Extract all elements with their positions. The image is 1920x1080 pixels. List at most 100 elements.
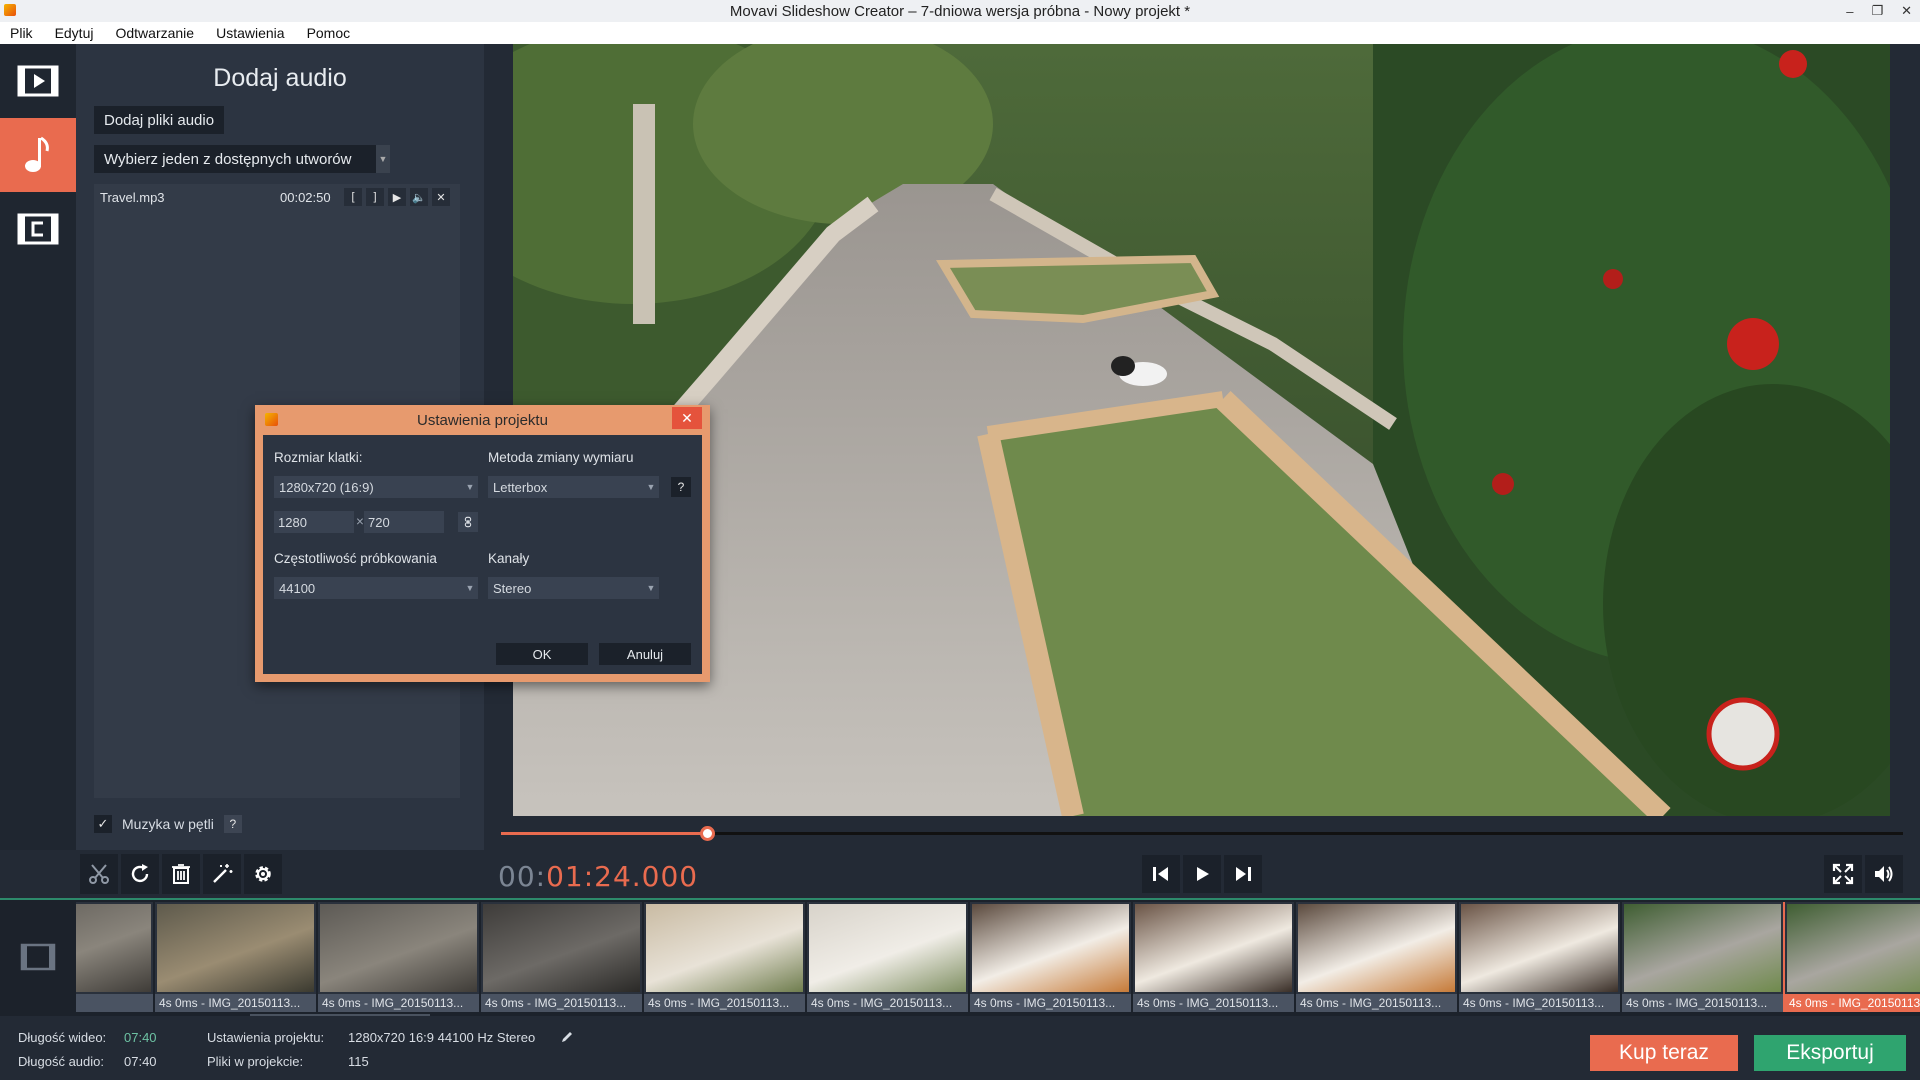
- app-logo-icon: [4, 4, 16, 16]
- channels-select[interactable]: Stereo ▼: [488, 577, 659, 599]
- frame-size-label: Rozmiar klatki:: [274, 450, 363, 465]
- mark-in-button[interactable]: [: [344, 188, 362, 206]
- next-button[interactable]: [1224, 855, 1262, 893]
- clip-thumbnail: [483, 904, 640, 992]
- video-preview: [513, 44, 1890, 816]
- rotate-icon: [131, 864, 149, 883]
- clip-strip: 3...4s 0ms - IMG_20150113...4s 0ms - IMG…: [76, 902, 1920, 1012]
- video-length-value: 07:40: [124, 1030, 157, 1045]
- timeline-clip[interactable]: 4s 0ms - IMG_20150113...: [481, 902, 642, 1012]
- chevron-down-icon: ▼: [646, 583, 656, 593]
- rail-media-button[interactable]: [0, 44, 76, 118]
- loop-music-checkbox[interactable]: ✓: [94, 815, 112, 833]
- play-button[interactable]: [1183, 855, 1221, 893]
- playback-scrubber[interactable]: [501, 826, 1903, 841]
- resize-method-value: Letterbox: [493, 479, 548, 495]
- scrubber-handle[interactable]: [700, 826, 716, 841]
- close-window-button[interactable]: ✕: [1901, 3, 1912, 19]
- edit-toolbar: [0, 850, 1920, 898]
- mute-track-button[interactable]: 🔈: [410, 188, 428, 206]
- frame-height-field[interactable]: 720: [364, 511, 444, 533]
- timeline-clip[interactable]: 4s 0ms - IMG_20150113...: [807, 902, 968, 1012]
- skip-forward-icon: [1236, 867, 1251, 881]
- clip-thumbnail: [157, 904, 314, 992]
- choose-track-dropdown[interactable]: Wybierz jeden z dostępnych utworów ▼: [94, 145, 390, 173]
- menu-edit[interactable]: Edytuj: [55, 25, 106, 41]
- ok-button[interactable]: OK: [496, 643, 588, 665]
- timecode-display: 00:01:24.000: [498, 860, 698, 893]
- scissors-icon: [89, 864, 109, 884]
- track-duration: 00:02:50: [280, 190, 331, 205]
- list-item[interactable]: Travel.mp3 00:02:50 [ ] ▶ 🔈 ✕: [94, 184, 460, 210]
- clip-thumbnail: [1787, 904, 1920, 992]
- project-settings-dialog: Ustawienia projektu ✕ Rozmiar klatki: 12…: [255, 405, 710, 682]
- delete-button[interactable]: [162, 854, 200, 894]
- rotate-button[interactable]: [121, 854, 159, 894]
- timeline-clip[interactable]: 3...: [76, 902, 153, 1012]
- timeline-clip[interactable]: 4s 0ms - IMG_20150113...: [1783, 902, 1920, 1012]
- menu-file[interactable]: Plik: [10, 25, 45, 41]
- timeline-clip[interactable]: 4s 0ms - IMG_20150113...: [155, 902, 316, 1012]
- channels-value: Stereo: [493, 580, 532, 596]
- loop-music-row: ✓ Muzyka w pętli ?: [94, 814, 242, 834]
- timeline-clip[interactable]: 4s 0ms - IMG_20150113...: [1459, 902, 1620, 1012]
- remove-track-button[interactable]: ✕: [432, 188, 450, 206]
- timeline-clip[interactable]: 4s 0ms - IMG_20150113...: [1296, 902, 1457, 1012]
- dialog-close-button[interactable]: ✕: [672, 407, 702, 429]
- clip-thumbnail: [1298, 904, 1455, 992]
- fullscreen-button[interactable]: [1824, 855, 1862, 893]
- resize-method-select[interactable]: Letterbox ▼: [488, 476, 659, 498]
- rail-titles-button[interactable]: [0, 192, 76, 266]
- project-settings-value: 1280x720 16:9 44100 Hz Stereo: [348, 1030, 536, 1045]
- clip-thumbnail: [646, 904, 803, 992]
- chain-link-icon: [464, 516, 472, 528]
- play-icon: [1197, 867, 1209, 881]
- export-button[interactable]: Eksportuj: [1754, 1035, 1906, 1071]
- frame-size-value: 1280x720 (16:9): [279, 479, 374, 495]
- menu-settings[interactable]: Ustawienia: [216, 25, 296, 41]
- volume-button[interactable]: [1865, 855, 1903, 893]
- channels-label: Kanały: [488, 551, 530, 566]
- timeline-clip[interactable]: 4s 0ms - IMG_20150113...: [970, 902, 1131, 1012]
- settings-button[interactable]: [244, 854, 282, 894]
- clip-label: 4s 0ms - IMG_20150113...: [1133, 994, 1294, 1012]
- minimize-button[interactable]: –: [1846, 4, 1853, 19]
- clip-label: 4s 0ms - IMG_20150113...: [644, 994, 805, 1012]
- mode-rail: [0, 44, 76, 894]
- mark-out-button[interactable]: ]: [366, 188, 384, 206]
- magic-enhance-button[interactable]: [203, 854, 241, 894]
- menu-help[interactable]: Pomoc: [307, 25, 363, 41]
- clip-thumbnail: [972, 904, 1129, 992]
- aspect-lock-button[interactable]: [458, 512, 478, 532]
- timeline-clip[interactable]: 4s 0ms - IMG_20150113...: [318, 902, 479, 1012]
- timeline-clip[interactable]: 4s 0ms - IMG_20150113...: [644, 902, 805, 1012]
- video-length-label: Długość wideo:: [18, 1030, 107, 1045]
- frame-size-select[interactable]: 1280x720 (16:9) ▼: [274, 476, 478, 498]
- rail-audio-button[interactable]: [0, 118, 76, 192]
- restore-button[interactable]: ❐: [1871, 3, 1883, 19]
- preview-image: [513, 44, 1890, 816]
- buy-now-button[interactable]: Kup teraz: [1590, 1035, 1738, 1071]
- previous-button[interactable]: [1142, 855, 1180, 893]
- chevron-down-icon: ▼: [646, 482, 656, 492]
- menu-playback[interactable]: Odtwarzanie: [115, 25, 206, 41]
- pencil-icon[interactable]: [560, 1030, 574, 1044]
- cut-button[interactable]: [80, 854, 118, 894]
- chevron-down-icon: ▼: [465, 583, 475, 593]
- timeline-clip[interactable]: 4s 0ms - IMG_20150113...: [1133, 902, 1294, 1012]
- audio-length-label: Długość audio:: [18, 1054, 104, 1069]
- app-logo-icon: [265, 413, 278, 426]
- sample-rate-select[interactable]: 44100 ▼: [274, 577, 478, 599]
- window-titlebar: Movavi Slideshow Creator – 7-dniowa wers…: [0, 0, 1920, 22]
- add-audio-files-button[interactable]: Dodaj pliki audio: [94, 106, 225, 134]
- dialog-titlebar: Ustawienia projektu ✕: [255, 405, 710, 435]
- resize-help-button[interactable]: ?: [671, 477, 691, 497]
- project-files-label: Pliki w projekcie:: [207, 1054, 304, 1069]
- sample-rate-label: Częstotliwość próbkowania: [274, 551, 437, 566]
- loop-help-button[interactable]: ?: [223, 815, 242, 833]
- play-track-button[interactable]: ▶: [388, 188, 406, 206]
- cancel-button[interactable]: Anuluj: [599, 643, 691, 665]
- magic-wand-icon: [213, 864, 233, 883]
- frame-width-field[interactable]: 1280: [274, 511, 354, 533]
- timeline-clip[interactable]: 4s 0ms - IMG_20150113...: [1622, 902, 1783, 1012]
